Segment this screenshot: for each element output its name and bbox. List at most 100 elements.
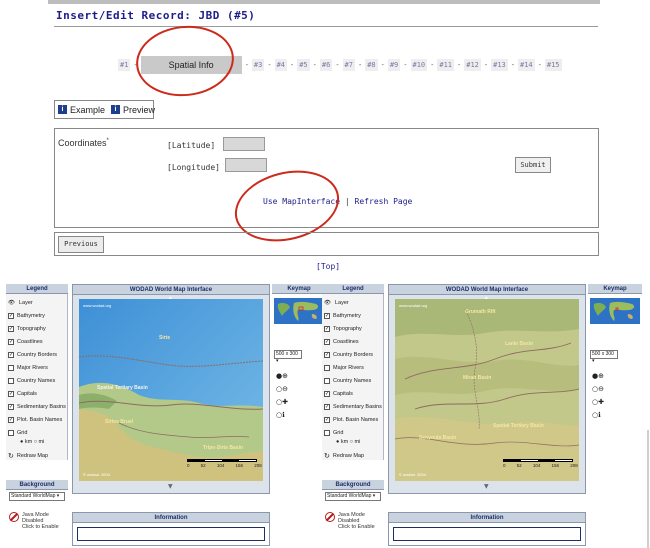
- checkbox-checked-icon[interactable]: ✓: [324, 416, 330, 423]
- world-map-graphic: [274, 298, 324, 324]
- identify-tool[interactable]: ○ℹ: [592, 411, 612, 424]
- step-link[interactable]: #9: [387, 59, 401, 71]
- layer-row[interactable]: ✓ Country Borders: [6, 348, 67, 361]
- map-canvas[interactable]: Grumath Rift Lanle Basin Miran Basin Spa…: [395, 299, 579, 481]
- checkbox-checked-icon[interactable]: ✓: [324, 403, 330, 410]
- step-link[interactable]: #3: [251, 59, 265, 71]
- step-link[interactable]: #10: [410, 59, 428, 71]
- java-mode-toggle[interactable]: Java Mode Disabled Click to Enable: [9, 512, 69, 530]
- scale-tick: 208 km: [254, 463, 263, 468]
- java-mode-text: Java Mode Disabled Click to Enable: [22, 512, 69, 530]
- checkbox-empty-icon[interactable]: [324, 364, 330, 371]
- checkbox-checked-icon[interactable]: ✓: [324, 351, 330, 358]
- layer-row[interactable]: ✓ Bathymetry: [6, 309, 67, 322]
- layer-row[interactable]: Major Rivers: [322, 361, 383, 374]
- layer-row[interactable]: ✓ Sedimentary Basins: [322, 400, 383, 413]
- scale-tick: 156: [551, 463, 560, 468]
- layer-row[interactable]: Country Names: [6, 374, 67, 387]
- layer-row[interactable]: ✓ Bathymetry: [322, 309, 383, 322]
- zoom-in-tool[interactable]: ●⊕: [276, 372, 296, 385]
- background-select[interactable]: Standard WorldMap ▾: [9, 492, 65, 501]
- redraw-map-label: Redraw Map: [16, 453, 49, 459]
- scrollbar[interactable]: [647, 430, 649, 548]
- latitude-input[interactable]: [223, 137, 265, 151]
- units-toggle[interactable]: ● km ○ mi: [6, 439, 67, 450]
- layer-row[interactable]: ✓ Coastlines: [6, 335, 67, 348]
- step-link[interactable]: #6: [319, 59, 333, 71]
- layer-row[interactable]: ✓ Coastlines: [322, 335, 383, 348]
- checkbox-checked-icon[interactable]: ✓: [8, 351, 14, 358]
- step-link[interactable]: #8: [365, 59, 378, 71]
- pan-icon: ✚: [282, 398, 288, 406]
- map-tools: ●⊕ ○⊖ ○✚ ○ℹ: [276, 372, 296, 424]
- zoom-in-icon: ⊕: [598, 372, 604, 380]
- layer-row[interactable]: ✓ Capitals: [6, 387, 67, 400]
- step-link[interactable]: #12: [464, 59, 481, 71]
- legend-panel: 👁 Layer ✓ Bathymetry ✓ Topography ✓ Coastlines…: [322, 294, 384, 460]
- layer-row[interactable]: Major Rivers: [6, 361, 67, 374]
- checkbox-checked-icon[interactable]: ✓: [324, 390, 330, 397]
- refresh-page-link[interactable]: Refresh Page: [355, 197, 413, 206]
- layer-row[interactable]: ✓ Plot. Basin Names: [322, 413, 383, 426]
- tab-preview[interactable]: i Preview: [111, 105, 155, 115]
- checkbox-empty-icon[interactable]: [8, 377, 14, 384]
- submit-button[interactable]: Submit: [515, 157, 551, 173]
- checkbox-checked-icon[interactable]: ✓: [324, 312, 330, 319]
- step-link[interactable]: #4: [274, 59, 287, 71]
- redraw-map-button[interactable]: ↻ Redraw Map: [322, 450, 383, 462]
- step-link[interactable]: #15: [544, 59, 562, 71]
- longitude-input[interactable]: [225, 158, 267, 172]
- java-mode-toggle[interactable]: Java Mode Disabled Click to Enable: [325, 512, 385, 530]
- checkbox-empty-icon[interactable]: [8, 364, 14, 371]
- layer-row[interactable]: ✓ Country Borders: [322, 348, 383, 361]
- checkbox-checked-icon[interactable]: ✓: [8, 403, 14, 410]
- layer-row[interactable]: Country Names: [322, 374, 383, 387]
- keymap-image[interactable]: [590, 298, 640, 324]
- checkbox-checked-icon[interactable]: ✓: [324, 338, 330, 345]
- map-size-select[interactable]: 500 x 300 ▾: [274, 350, 302, 364]
- layer-row[interactable]: Grid: [322, 426, 383, 439]
- zoom-out-tool[interactable]: ○⊖: [276, 385, 296, 398]
- pan-tool[interactable]: ○✚: [592, 398, 612, 411]
- layer-row[interactable]: ✓ Sedimentary Basins: [6, 400, 67, 413]
- layer-row[interactable]: ✓ Topography: [6, 322, 67, 335]
- map-size-select[interactable]: 500 x 300 ▾: [590, 350, 618, 364]
- step-link[interactable]: #13: [491, 59, 508, 71]
- checkbox-checked-icon[interactable]: ✓: [324, 325, 330, 332]
- checkbox-checked-icon[interactable]: ✓: [8, 416, 14, 423]
- step-link[interactable]: #5: [297, 59, 310, 71]
- pan-down-arrow[interactable]: ▼: [168, 483, 173, 490]
- map-canvas[interactable]: Sirte Spatial Tertiary Basin Sirtes Brue…: [79, 299, 263, 481]
- checkbox-checked-icon[interactable]: ✓: [8, 338, 14, 345]
- checkbox-empty-icon[interactable]: [324, 377, 330, 384]
- identify-tool[interactable]: ○ℹ: [276, 411, 296, 424]
- zoom-out-tool[interactable]: ○⊖: [592, 385, 612, 398]
- checkbox-checked-icon[interactable]: ✓: [8, 325, 14, 332]
- layer-row[interactable]: ✓ Plot. Basin Names: [6, 413, 67, 426]
- zoom-in-tool[interactable]: ●⊕: [592, 372, 612, 385]
- step-link[interactable]: #14: [518, 59, 535, 71]
- checkbox-checked-icon[interactable]: ✓: [8, 312, 14, 319]
- step-link[interactable]: #1: [118, 59, 131, 71]
- redraw-map-button[interactable]: ↻ Redraw Map: [6, 450, 67, 462]
- layer-row[interactable]: Grid: [6, 426, 67, 439]
- layer-row[interactable]: ✓ Capitals: [322, 387, 383, 400]
- step-link[interactable]: #7: [342, 59, 355, 71]
- checkbox-checked-icon[interactable]: ✓: [8, 390, 14, 397]
- layer-row[interactable]: ✓ Topography: [322, 322, 383, 335]
- background-select[interactable]: Standard WorldMap ▾: [325, 492, 381, 501]
- pan-tool[interactable]: ○✚: [276, 398, 296, 411]
- checkbox-empty-icon[interactable]: [8, 429, 14, 436]
- map-watermark: www.wodad.org: [399, 303, 428, 308]
- step-link[interactable]: #11: [437, 59, 455, 71]
- step-separator: -: [357, 61, 363, 69]
- map-header: WODAD World Map Interface: [73, 285, 269, 295]
- keymap-image[interactable]: [274, 298, 324, 324]
- tab-example[interactable]: i Example: [58, 105, 105, 115]
- previous-button[interactable]: Previous: [58, 236, 104, 253]
- background-select-value: Standard WorldMap: [11, 493, 56, 499]
- top-link[interactable]: [Top]: [316, 262, 340, 271]
- pan-down-arrow[interactable]: ▼: [484, 483, 489, 490]
- units-toggle[interactable]: ● km ○ mi: [322, 439, 383, 450]
- checkbox-empty-icon[interactable]: [324, 429, 330, 436]
